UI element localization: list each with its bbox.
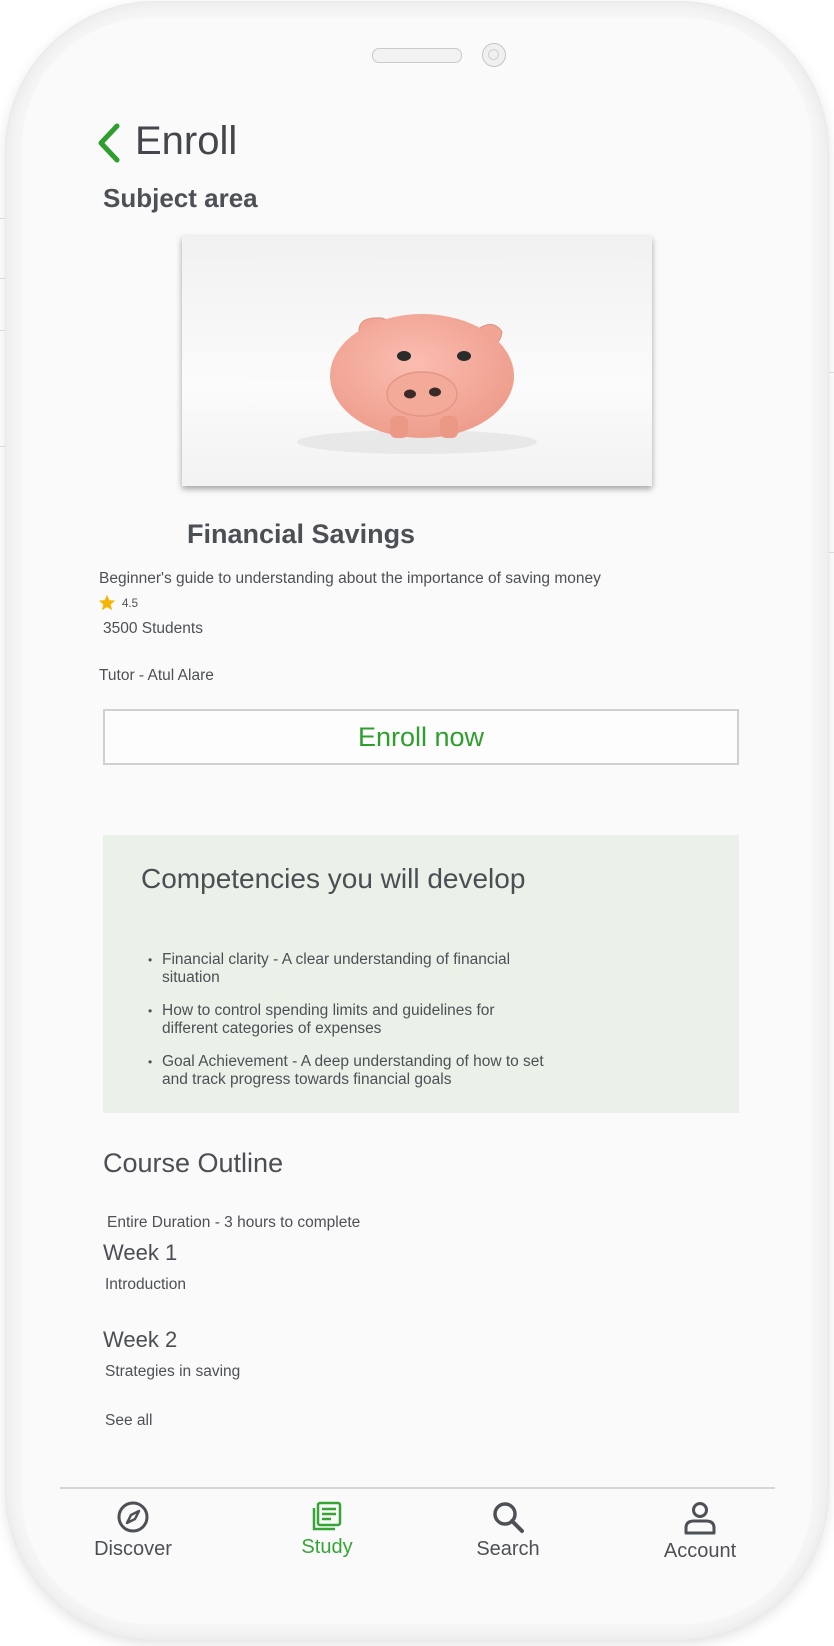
- course-outline-title: Course Outline: [103, 1148, 284, 1178]
- nav-label-study: Study: [301, 1536, 353, 1558]
- week-2-title: Week 2: [103, 1327, 178, 1352]
- competency-item: Goal Achievement - A deep understanding …: [148, 1053, 548, 1089]
- study-icon: [312, 1501, 342, 1531]
- phone-camera: [482, 43, 506, 67]
- back-chevron-icon[interactable]: [95, 121, 123, 165]
- nav-search[interactable]: Search: [438, 1500, 578, 1561]
- student-count: 3500 Students: [103, 620, 203, 637]
- week-1-title: Week 1: [103, 1240, 178, 1265]
- see-all-link[interactable]: See all: [105, 1412, 152, 1430]
- search-icon: [493, 1502, 524, 1533]
- competencies-panel: Competencies you will develop Financial …: [103, 835, 739, 1113]
- course-rating: 4.5: [122, 598, 138, 610]
- nav-account[interactable]: Account: [630, 1500, 770, 1563]
- page-title: Enroll: [135, 119, 238, 163]
- nav-label-discover: Discover: [94, 1538, 172, 1560]
- competencies-title: Competencies you will develop: [141, 863, 526, 894]
- week-1-topic: Introduction: [105, 1276, 186, 1293]
- piggy-bank-icon: [330, 314, 514, 438]
- nav-label-account: Account: [663, 1540, 737, 1562]
- course-description: Beginner's guide to understanding about …: [99, 570, 601, 587]
- competencies-list: Financial clarity - A clear understandin…: [148, 951, 548, 1104]
- nav-label-search: Search: [476, 1538, 540, 1560]
- competency-item: Financial clarity - A clear understandin…: [148, 951, 548, 987]
- nav-divider: [60, 1487, 775, 1489]
- compass-icon: [117, 1501, 149, 1533]
- section-label: Subject area: [103, 183, 258, 213]
- week-2-topic: Strategies in saving: [105, 1363, 241, 1380]
- competency-item: How to control spending limits and guide…: [148, 1002, 548, 1038]
- enroll-now-button[interactable]: Enroll now: [103, 709, 739, 765]
- nav-study[interactable]: Study: [257, 1500, 397, 1559]
- tutor-name: Tutor - Atul Alare: [99, 667, 214, 684]
- course-image: [182, 236, 652, 486]
- star-icon: [98, 594, 116, 611]
- nav-discover[interactable]: Discover: [63, 1500, 203, 1561]
- phone-speaker: [372, 48, 462, 63]
- course-title: Financial Savings: [187, 519, 416, 549]
- account-icon: [684, 1502, 716, 1535]
- course-duration: Entire Duration - 3 hours to complete: [107, 1214, 361, 1231]
